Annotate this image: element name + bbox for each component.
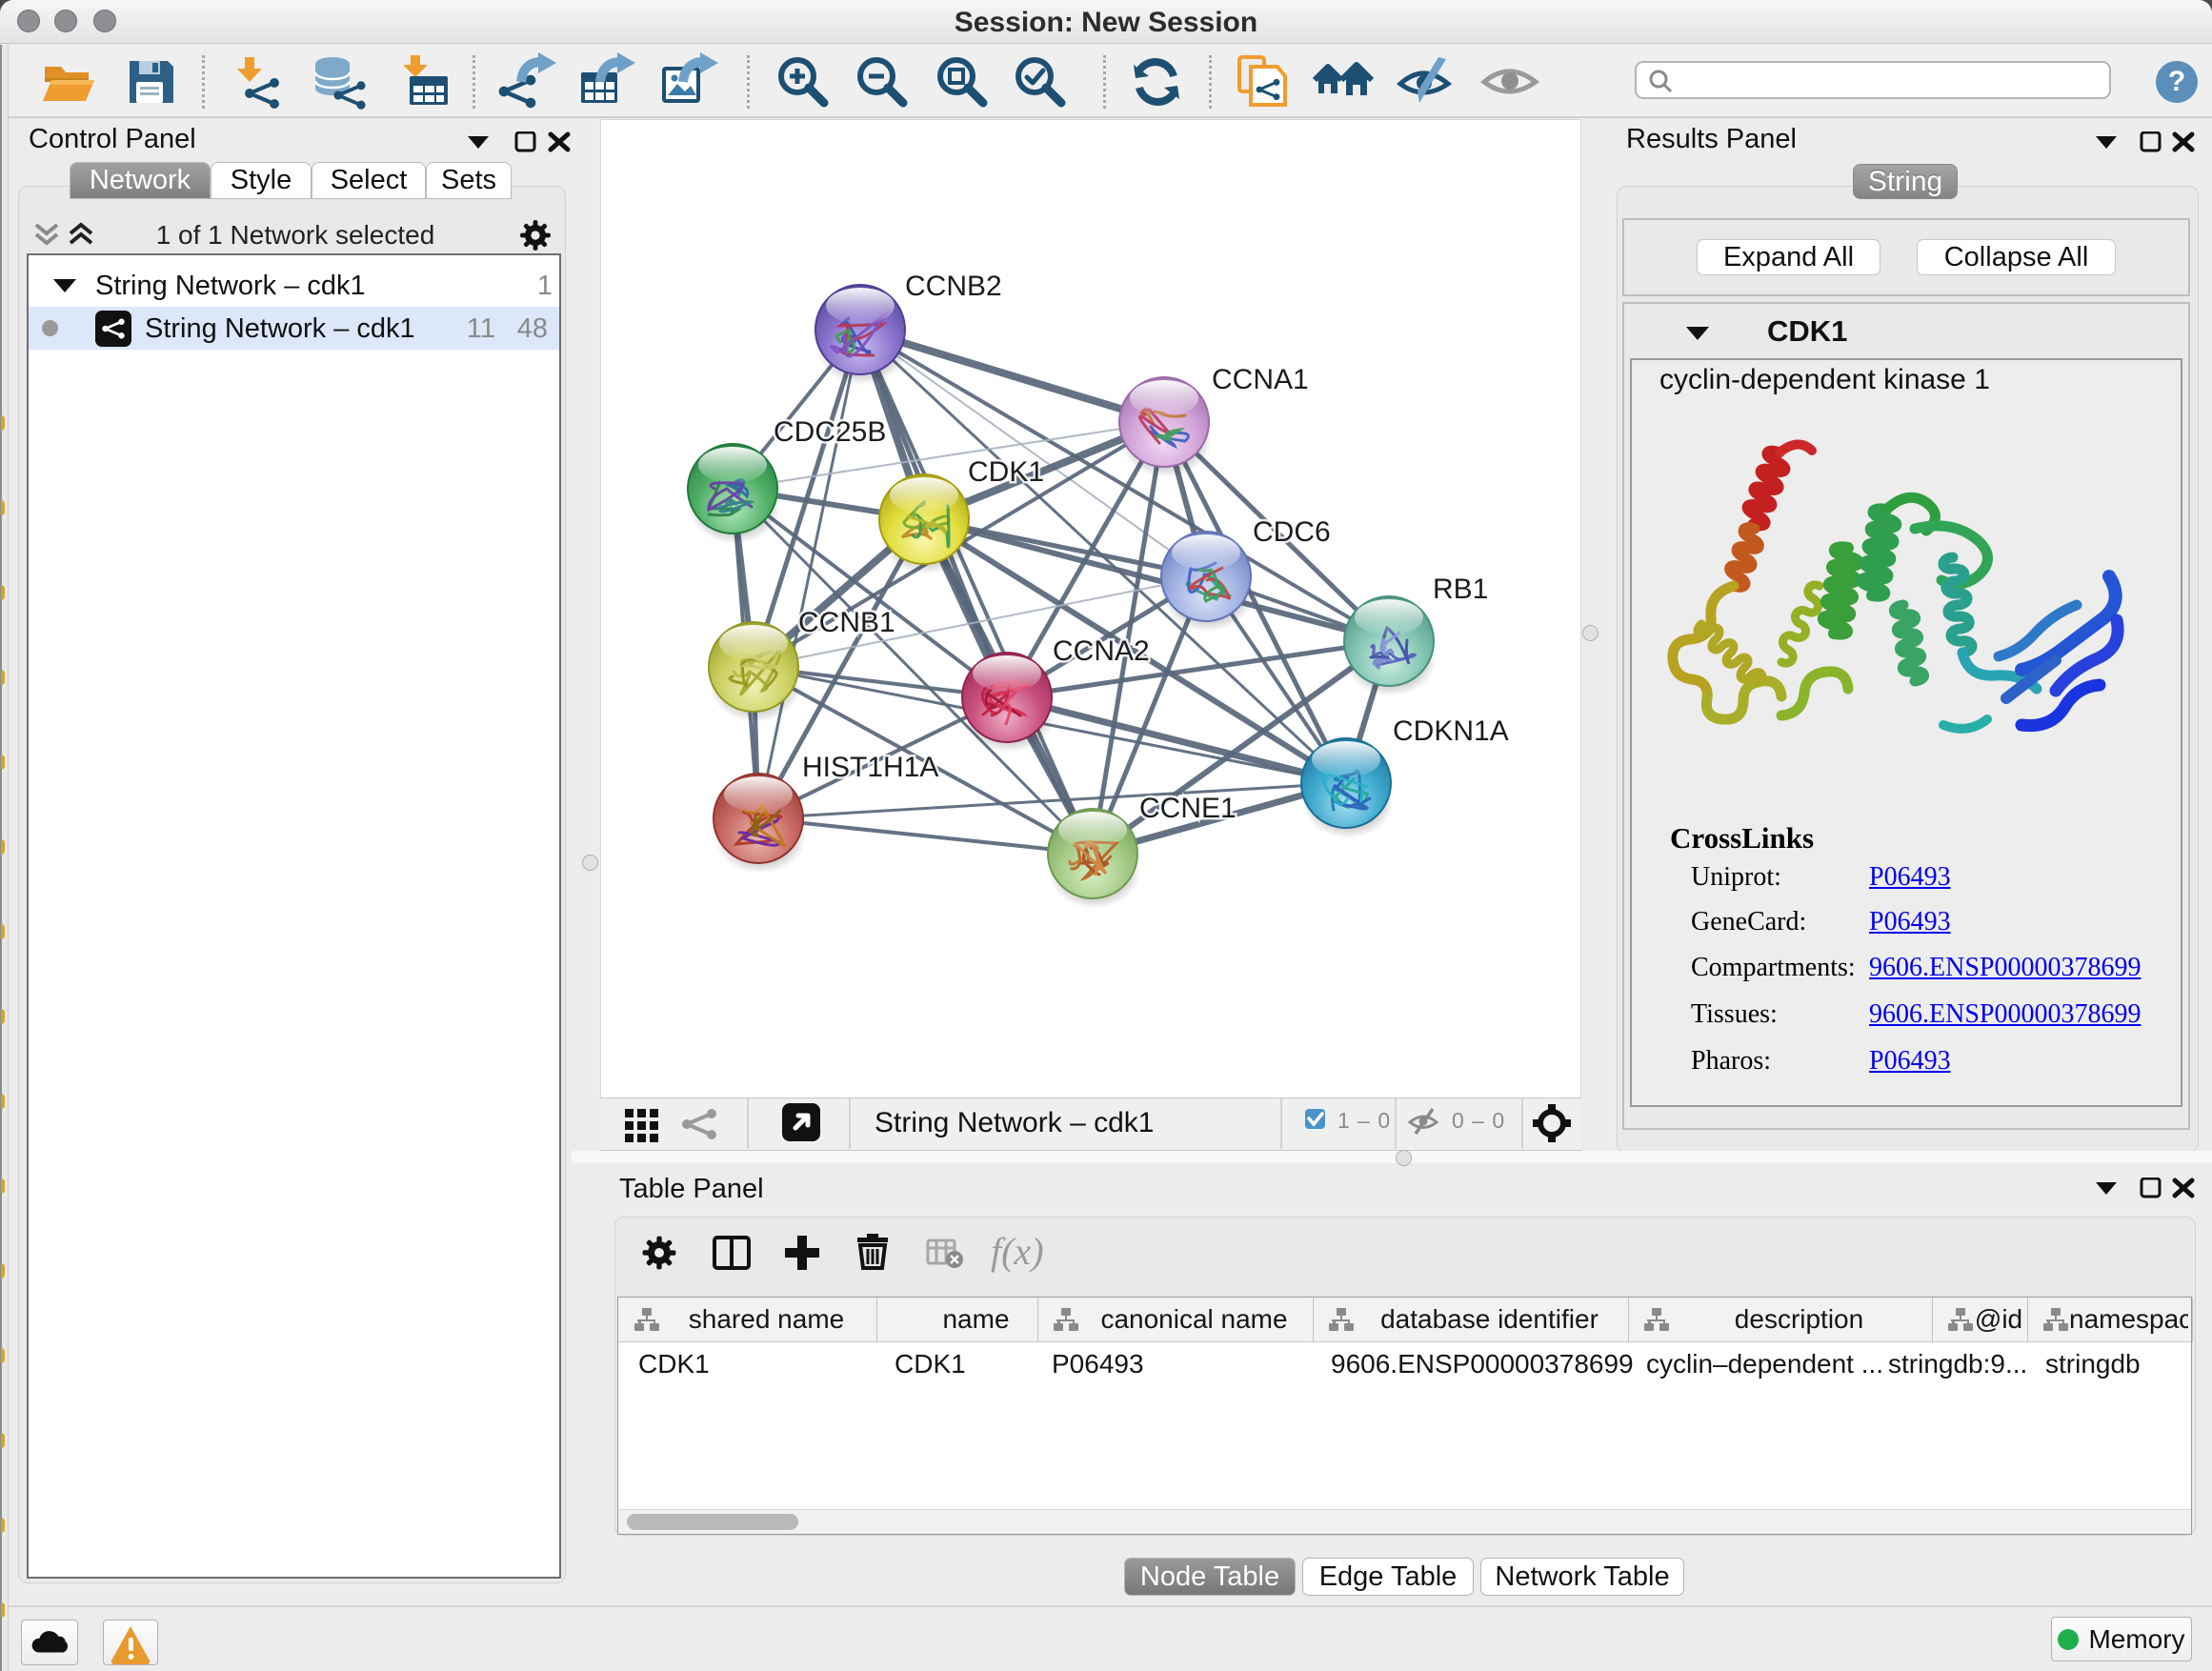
svg-text:HIST1H1A: HIST1H1A (802, 752, 938, 783)
svg-text:CCNE1: CCNE1 (1139, 793, 1237, 824)
svg-text:CCNA1: CCNA1 (1212, 364, 1309, 395)
svg-text:RB1: RB1 (1433, 574, 1488, 605)
svg-text:CDC25B: CDC25B (774, 416, 886, 448)
svg-text:CCNA2: CCNA2 (1053, 635, 1150, 667)
svg-text:CCNB2: CCNB2 (905, 271, 1002, 302)
svg-text:CDK1: CDK1 (968, 456, 1044, 488)
svg-text:CDC6: CDC6 (1253, 516, 1331, 548)
svg-text:CCNB1: CCNB1 (798, 607, 895, 638)
svg-text:CDKN1A: CDKN1A (1393, 715, 1509, 747)
